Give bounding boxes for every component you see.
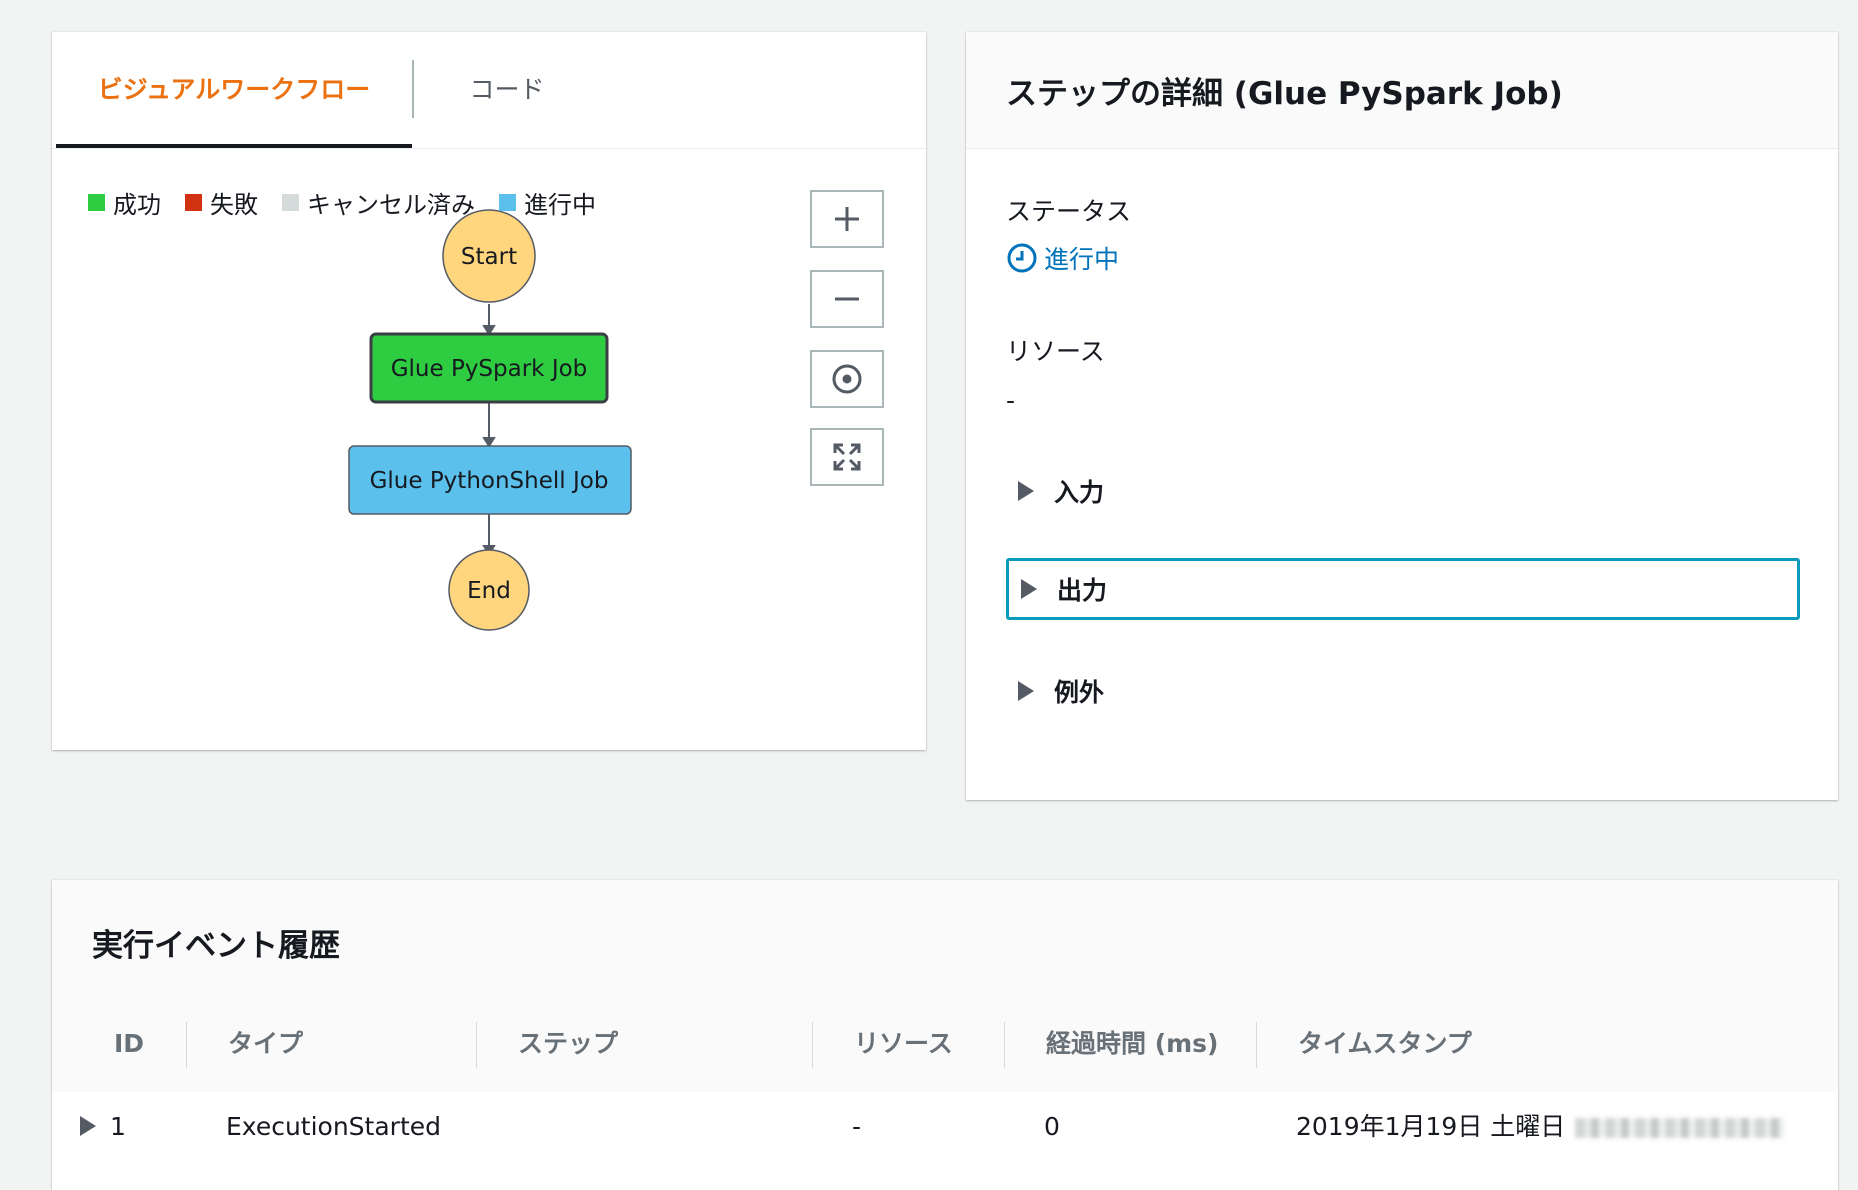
node-end-label: End xyxy=(467,578,511,604)
legend-swatch-success xyxy=(88,193,105,211)
node-glue-pyspark-job[interactable]: Glue PySpark Job xyxy=(369,332,609,404)
node-start-label: Start xyxy=(461,244,517,270)
minus-icon xyxy=(835,297,859,301)
status-text: 進行中 xyxy=(1044,245,1120,274)
zoom-out-button[interactable] xyxy=(810,270,884,328)
output-expander[interactable]: 出力 xyxy=(1006,558,1800,620)
legend-label: 進行中 xyxy=(524,190,596,219)
clock-icon xyxy=(1007,243,1037,273)
center-button[interactable] xyxy=(810,350,884,408)
fit-to-screen-button[interactable] xyxy=(810,428,884,486)
column-header-type[interactable]: タイプ xyxy=(228,996,303,1092)
timestamp-text: 2019年1月19日 土曜日 xyxy=(1296,1112,1566,1141)
cell-resource: - xyxy=(852,1112,862,1141)
history-title: 実行イベント履歴 xyxy=(92,928,340,964)
history-header: 実行イベント履歴 xyxy=(52,880,1838,997)
status-label: ステータス xyxy=(1006,197,1132,226)
status-legend: 成功 失敗 キャンセル済み 進行中 xyxy=(88,182,620,222)
column-header-step[interactable]: ステップ xyxy=(518,996,618,1092)
expander-label: 例外 xyxy=(1054,678,1105,707)
node-end[interactable]: End xyxy=(448,549,530,631)
legend-label: キャンセル済み xyxy=(307,190,475,219)
step-details-header: ステップの詳細 (Glue PySpark Job) xyxy=(966,32,1838,149)
plus-icon xyxy=(835,207,859,231)
legend-cancelled: キャンセル済み xyxy=(282,185,475,220)
visual-workflow-panel: ビジュアルワークフロー コード Start Glue PySpark Job G… xyxy=(52,32,926,750)
workflow-graph: Start Glue PySpark Job Glue PythonShell … xyxy=(348,209,632,631)
node-pythonshell-label: Glue PythonShell Job xyxy=(370,468,609,494)
node-start[interactable]: Start xyxy=(442,209,536,303)
column-header-timestamp[interactable]: タイムスタンプ xyxy=(1298,996,1472,1092)
legend-label: 失敗 xyxy=(210,190,258,219)
expander-label: 入力 xyxy=(1054,478,1105,507)
cell-id: 1 xyxy=(110,1112,126,1141)
history-table-header: ID タイプ ステップ リソース 経過時間 (ms) タイムスタンプ xyxy=(52,996,1838,1093)
execution-event-history-panel: 実行イベント履歴 ID タイプ ステップ リソース 経過時間 (ms) タイムス… xyxy=(52,880,1838,1190)
table-row[interactable]: 1 ExecutionStarted - 0 2019年1月19日 土曜日 xyxy=(52,1092,1838,1190)
redacted-time xyxy=(1575,1118,1786,1138)
cell-type: ExecutionStarted xyxy=(226,1112,442,1141)
column-divider[interactable] xyxy=(186,1022,187,1068)
legend-swatch-failed xyxy=(185,193,202,211)
caret-right-icon xyxy=(1021,579,1037,599)
cell-timestamp: 2019年1月19日 土曜日 xyxy=(1296,1092,1786,1162)
node-pyspark-label: Glue PySpark Job xyxy=(391,356,588,382)
status-value: 進行中 xyxy=(1006,240,1119,276)
resource-value: - xyxy=(1006,386,1016,415)
legend-swatch-in-progress xyxy=(499,193,516,211)
caret-right-icon xyxy=(1018,681,1034,701)
arrow-head xyxy=(482,437,496,448)
target-icon xyxy=(832,364,862,394)
column-divider[interactable] xyxy=(476,1022,477,1068)
legend-in-progress: 進行中 xyxy=(499,185,596,220)
legend-label: 成功 xyxy=(113,190,161,219)
caret-right-icon xyxy=(1018,481,1034,501)
resource-label: リソース xyxy=(1006,337,1105,366)
expand-arrows-icon xyxy=(833,443,861,471)
caret-right-icon[interactable] xyxy=(80,1116,96,1136)
column-divider[interactable] xyxy=(812,1022,813,1068)
expander-label: 出力 xyxy=(1057,576,1108,605)
node-glue-pythonshell-job[interactable]: Glue PythonShell Job xyxy=(348,445,632,515)
input-expander[interactable]: 入力 xyxy=(1006,462,1800,520)
column-header-elapsed[interactable]: 経過時間 (ms) xyxy=(1046,996,1219,1092)
legend-failed: 失敗 xyxy=(185,185,258,220)
column-header-resource[interactable]: リソース xyxy=(854,996,953,1092)
step-details-panel: ステップの詳細 (Glue PySpark Job) ステータス 進行中 リソー… xyxy=(966,32,1838,800)
legend-swatch-cancelled xyxy=(282,193,299,211)
column-divider[interactable] xyxy=(1256,1022,1257,1068)
cell-elapsed: 0 xyxy=(1044,1112,1060,1141)
exception-expander[interactable]: 例外 xyxy=(1006,662,1800,720)
column-divider[interactable] xyxy=(1004,1022,1005,1068)
column-header-id[interactable]: ID xyxy=(114,996,144,1092)
step-details-title: ステップの詳細 (Glue PySpark Job) xyxy=(1006,76,1563,112)
legend-success: 成功 xyxy=(88,185,161,220)
zoom-in-button[interactable] xyxy=(810,190,884,248)
